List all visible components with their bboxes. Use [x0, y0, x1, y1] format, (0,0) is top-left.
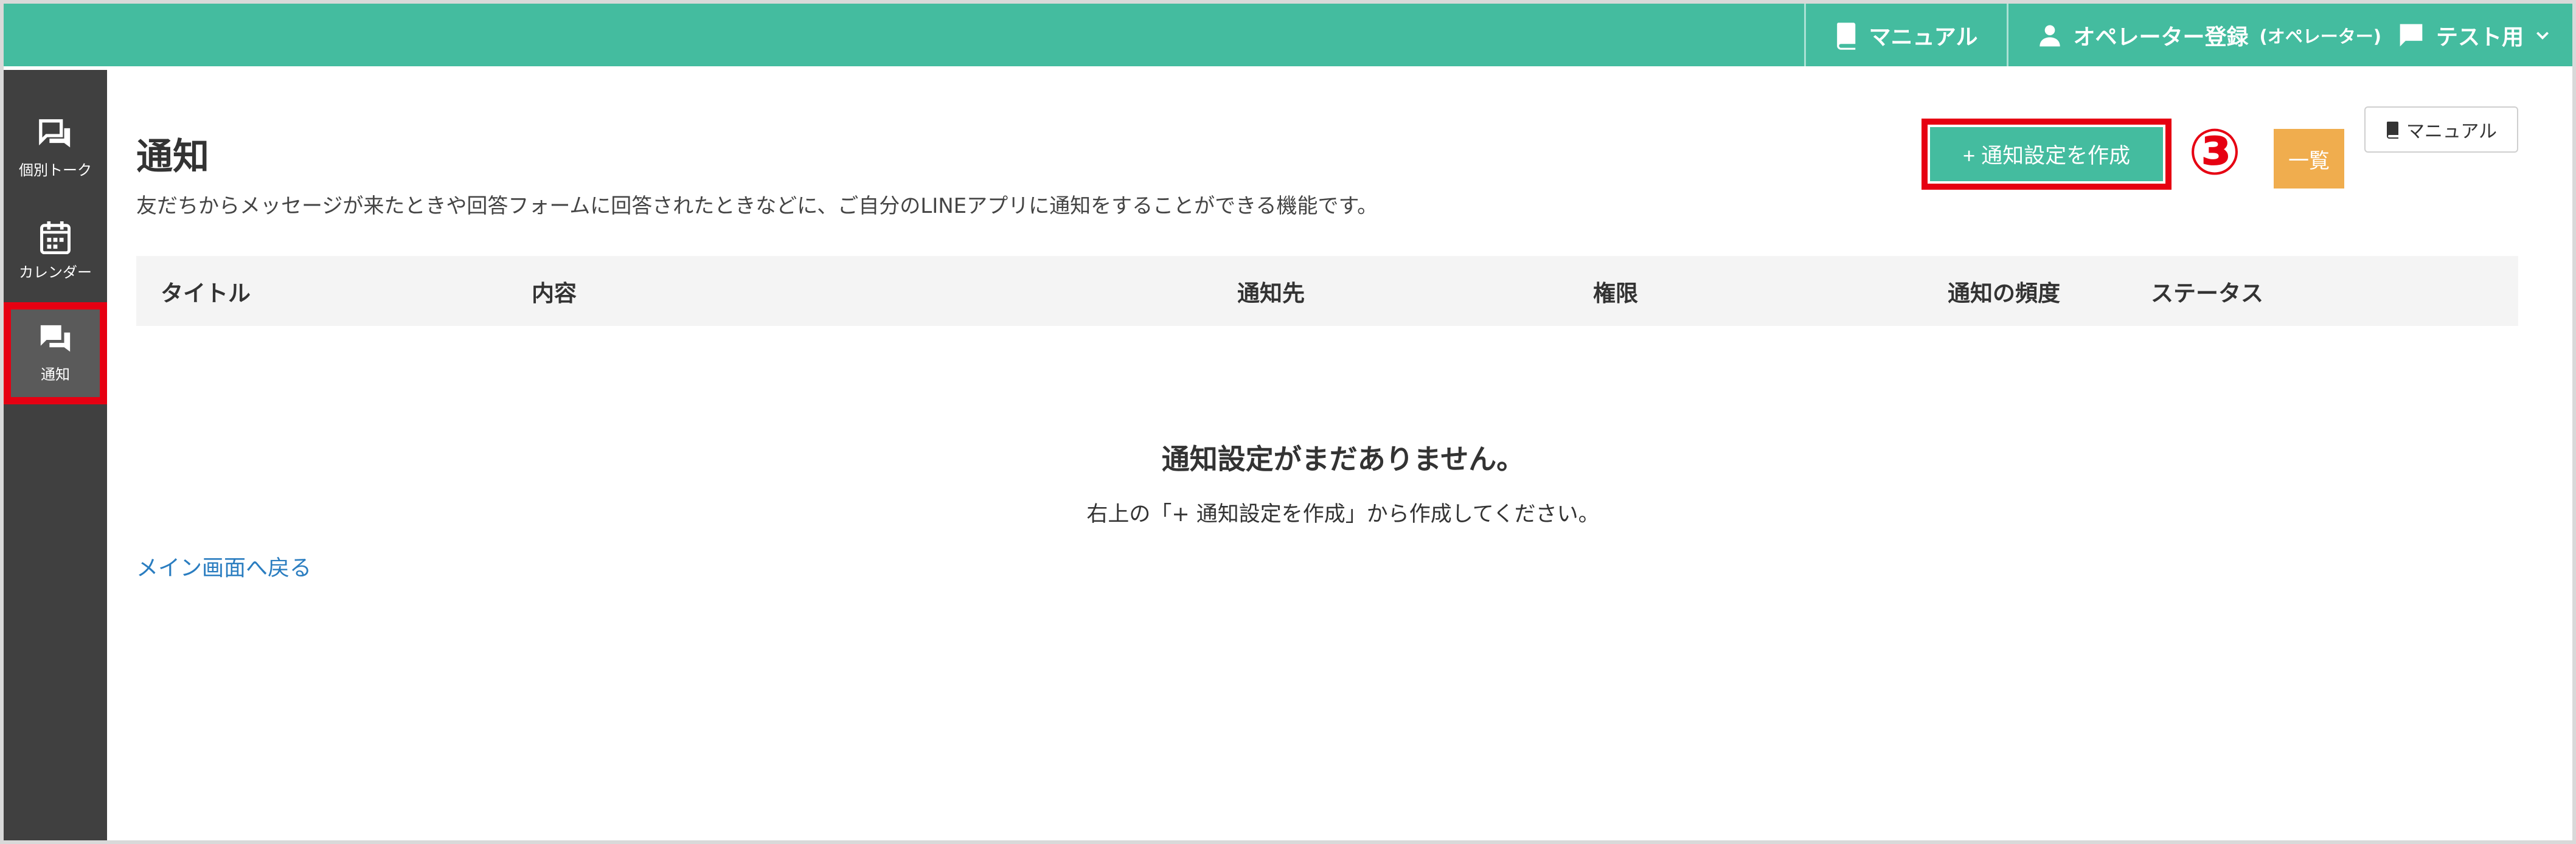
operator-menu[interactable]: オペレーター登録 (オペレーター) テスト用	[2007, 4, 2572, 66]
sidebar-item-individual-talk[interactable]: 個別トーク	[4, 98, 107, 200]
app-window: マニュアル オペレーター登録 (オペレーター) テスト用 個別トーク カレンダー…	[0, 0, 2576, 844]
sidebar-item-label: 通知	[41, 365, 70, 383]
column-recipient: 通知先	[1237, 280, 1305, 306]
manual-link[interactable]: マニュアル	[1804, 4, 2007, 66]
sidebar: 個別トーク カレンダー 通知	[4, 70, 107, 840]
calendar-icon	[40, 221, 71, 254]
chat-bubbles-icon	[39, 119, 71, 147]
sidebar-item-label: カレンダー	[19, 263, 92, 281]
operator-label: オペレーター登録	[2073, 24, 2249, 50]
table-header: タイトル 内容 通知先 権限 通知の頻度 ステータス	[136, 256, 2518, 326]
book-icon	[2386, 122, 2398, 139]
empty-state-title: 通知設定がまだありません。	[1161, 443, 1525, 476]
account-label: テスト用	[2435, 24, 2524, 50]
sidebar-item-calendar[interactable]: カレンダー	[4, 200, 107, 302]
manual-link-label: マニュアル	[1869, 24, 1978, 50]
top-bar: マニュアル オペレーター登録 (オペレーター) テスト用	[4, 4, 2572, 68]
manual-button[interactable]: マニュアル	[2364, 106, 2518, 153]
step-marker: ③	[2187, 115, 2242, 189]
back-to-main-link[interactable]: メイン画面へ戻る	[136, 550, 311, 582]
page-description: 友だちからメッセージが来たときや回答フォームに回答されたときなどに、ご自分のLI…	[136, 194, 1378, 218]
manual-button-label: マニュアル	[2406, 122, 2498, 142]
column-frequency: 通知の頻度	[1948, 280, 2060, 306]
column-content: 内容	[532, 280, 577, 306]
create-notification-button[interactable]: + 通知設定を作成	[1930, 127, 2163, 181]
chat-bubbles-icon	[40, 325, 71, 351]
create-button-highlight: + 通知設定を作成	[1922, 119, 2172, 190]
sidebar-item-notification[interactable]: 通知	[4, 302, 107, 404]
column-permission: 権限	[1593, 280, 1638, 306]
operator-role: (オペレーター)	[2259, 26, 2381, 47]
sidebar-item-label: 個別トーク	[19, 161, 92, 179]
list-button[interactable]: 一覧	[2274, 129, 2344, 189]
column-status: ステータス	[2151, 280, 2263, 306]
column-title: タイトル	[161, 280, 251, 306]
page-title: 通知	[136, 136, 209, 178]
main-content: 通知 友だちからメッセージが来たときや回答フォームに回答されたときなどに、ご自分…	[107, 70, 2572, 840]
chat-icon	[2400, 24, 2423, 46]
book-icon	[1836, 22, 1855, 50]
empty-state-subtitle: 右上の「+ 通知設定を作成」から作成してください。	[1086, 502, 1600, 527]
chevron-down-icon	[2536, 31, 2549, 40]
user-icon	[2040, 24, 2061, 46]
